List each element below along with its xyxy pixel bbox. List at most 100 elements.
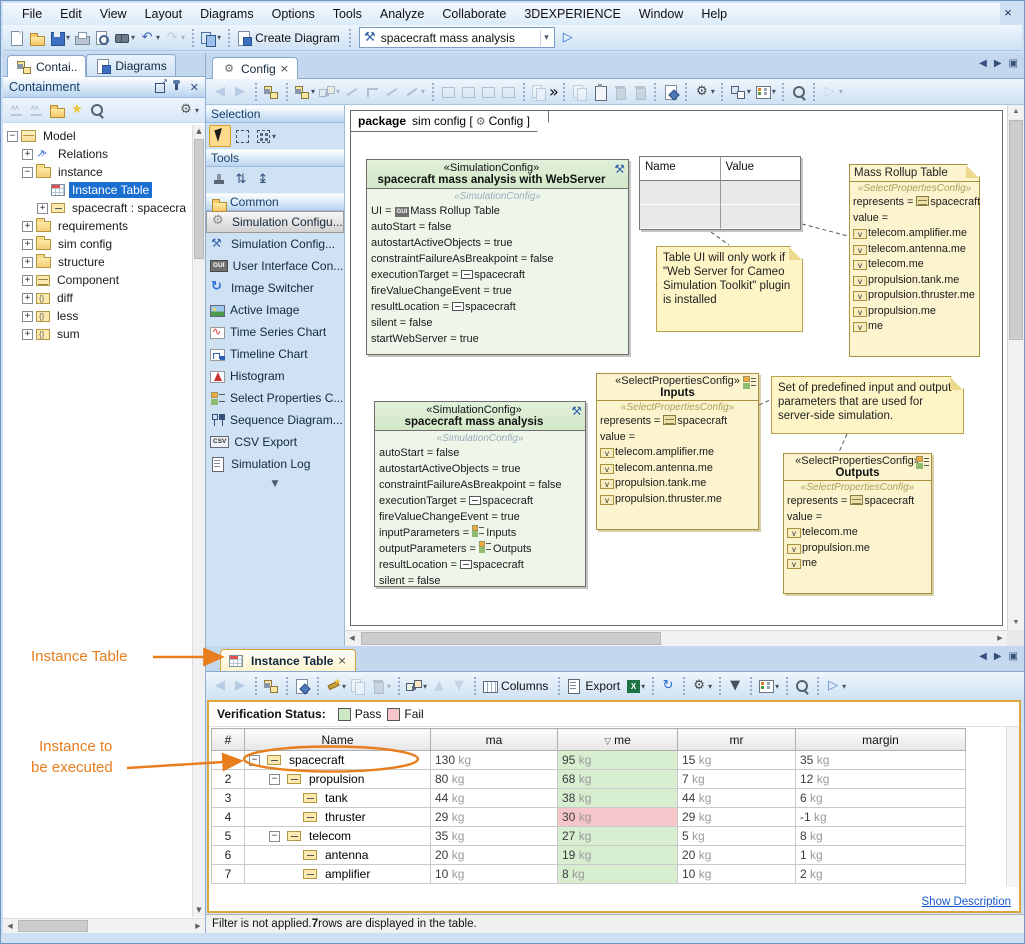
tree-item-sum[interactable]: +sum <box>3 325 192 343</box>
column-header-me[interactable]: ▽me <box>558 729 678 751</box>
dropdown-icon[interactable]: ▾ <box>66 33 70 42</box>
columns-button[interactable]: Columns <box>480 675 553 697</box>
dropdown-icon[interactable]: ▾ <box>195 106 199 115</box>
specification-button[interactable] <box>661 81 681 103</box>
close-panel-icon[interactable]: ✕ <box>190 81 199 94</box>
scrollbar-thumb[interactable] <box>194 139 204 259</box>
show-description-link[interactable]: Show Description <box>922 896 1011 908</box>
paste-button[interactable] <box>590 81 610 103</box>
palette-item-simulation-log[interactable]: Simulation Log <box>206 453 344 475</box>
palette-item-select-properties-c-[interactable]: Select Properties C... <box>206 387 344 409</box>
filter-button[interactable]: ▼ <box>725 675 745 697</box>
containment-horizontal-scrollbar[interactable]: ◀ ▶ <box>3 918 205 933</box>
dropdown-icon[interactable]: ▾ <box>272 132 276 141</box>
print-button[interactable] <box>72 27 92 49</box>
menu-layout[interactable]: Layout <box>136 5 192 23</box>
palette-item-csv-export[interactable]: CSVCSV Export <box>206 431 344 453</box>
open-in-new-tree-button[interactable] <box>47 99 67 121</box>
redo-button[interactable]: ↷▾ <box>162 27 187 49</box>
tree-item-model[interactable]: −Model <box>3 127 192 145</box>
scrollbar-thumb[interactable] <box>18 920 88 932</box>
collapse-selected-button[interactable] <box>27 99 47 121</box>
refresh-button[interactable]: ↻ <box>658 675 678 697</box>
float-window-icon[interactable] <box>152 79 168 95</box>
menu-3dexperience[interactable]: 3DEXPERIENCE <box>515 5 630 23</box>
outputs-box[interactable]: «SelectPropertiesConfig»Outputs«SelectPr… <box>783 453 932 594</box>
column-header-ma[interactable]: ma <box>431 729 558 751</box>
scroll-up-icon[interactable]: ▲ <box>1008 105 1024 119</box>
dropdown-icon[interactable]: ▾ <box>336 87 340 96</box>
run-configuration-button[interactable]: ▷ <box>558 27 578 49</box>
tab-instance-table[interactable]: Instance Table × <box>220 649 356 671</box>
expand-icon[interactable]: + <box>22 149 33 160</box>
menu-collaborate[interactable]: Collaborate <box>433 5 515 23</box>
maximize-panel-icon[interactable]: ▣ <box>1009 58 1018 69</box>
dropdown-icon[interactable]: ▾ <box>747 87 751 96</box>
select-cursor-button[interactable] <box>209 125 231 147</box>
dropdown-icon[interactable]: ▾ <box>842 682 846 691</box>
copy-button[interactable] <box>570 81 590 103</box>
create-element-button[interactable]: ▾ <box>323 675 348 697</box>
export-button[interactable]: Export <box>564 675 625 697</box>
add-existing-button[interactable]: ▾ <box>404 675 429 697</box>
palette-item-time-series-chart[interactable]: Time Series Chart <box>206 321 344 343</box>
undo-button[interactable]: ↶▾ <box>137 27 162 49</box>
expand-icon[interactable]: + <box>22 239 33 250</box>
column-header-mr[interactable]: mr <box>678 729 796 751</box>
close-tab-icon[interactable]: × <box>280 62 289 75</box>
tree-item-spacecraft-spacecra[interactable]: +spacecraft : spacecra <box>3 199 192 217</box>
menu-analyze[interactable]: Analyze <box>371 5 433 23</box>
tree-item-less[interactable]: +less <box>3 307 192 325</box>
rectilinear-style-button[interactable] <box>362 81 382 103</box>
collapse-all-button[interactable] <box>7 99 27 121</box>
print-preview-button[interactable] <box>92 27 112 49</box>
table-row-amplifier[interactable]: 7amplifier10 kg8 kg10 kg2 kg <box>212 865 966 884</box>
close-tab-icon[interactable]: × <box>337 654 346 667</box>
scroll-down-icon[interactable]: ▼ <box>1008 616 1024 630</box>
inputs-box[interactable]: «SelectPropertiesConfig»Inputs«SelectPro… <box>596 373 759 530</box>
layout-button[interactable]: ▾ <box>728 81 753 103</box>
previous-tab-icon[interactable]: ◀ <box>979 651 987 662</box>
palette-item-histogram[interactable]: Histogram <box>206 365 344 387</box>
scroll-up-icon[interactable]: ▲ <box>193 125 205 138</box>
forward-button[interactable]: ▶ <box>230 81 250 103</box>
palette-item-user-interface-con-[interactable]: GUIUser Interface Con... <box>206 255 344 277</box>
palette-item-simulation-config-[interactable]: Simulation Config... <box>206 233 344 255</box>
legend-button[interactable]: ▾ <box>753 81 778 103</box>
dropdown-icon[interactable]: ▾ <box>708 682 712 691</box>
vertical-split-button[interactable]: ⇅ <box>231 169 251 191</box>
add-related-elements-button[interactable]: ▾ <box>317 81 342 103</box>
expand-icon[interactable]: + <box>22 311 33 322</box>
toolbar-overflow[interactable]: » <box>549 82 559 101</box>
palette-item-image-switcher[interactable]: Image Switcher <box>206 277 344 299</box>
dropdown-icon[interactable]: ▾ <box>156 33 160 42</box>
tree-item-instance[interactable]: −instance <box>3 163 192 181</box>
menu-tools[interactable]: Tools <box>324 5 371 23</box>
tree-item-requirements[interactable]: +requirements <box>3 217 192 235</box>
menu-help[interactable]: Help <box>692 5 736 23</box>
pin-icon[interactable] <box>168 79 184 95</box>
next-tab-icon[interactable]: ▶ <box>994 651 1002 662</box>
table-row-antenna[interactable]: 6antenna20 kg19 kg20 kg1 kg <box>212 846 966 865</box>
create-diagram-button[interactable]: Create Diagram <box>234 27 345 49</box>
project-usage-button[interactable]: ▾ <box>198 27 223 49</box>
scroll-left-icon[interactable]: ◀ <box>345 631 359 646</box>
dropdown-icon[interactable]: ▾ <box>839 87 843 96</box>
run-button[interactable]: ▷▾ <box>823 675 848 697</box>
collapse-icon[interactable]: − <box>249 755 260 766</box>
vertical-collapse-button[interactable]: ↨ <box>253 169 273 191</box>
mass-rollup-table-box[interactable]: Mass Rollup Table«SelectPropertiesConfig… <box>849 164 980 357</box>
image-shape-button[interactable] <box>478 81 498 103</box>
tree-item-sim-config[interactable]: +sim config <box>3 235 192 253</box>
show-in-containment-tree-button[interactable] <box>261 81 281 103</box>
expand-icon[interactable]: + <box>22 221 33 232</box>
expand-icon[interactable]: + <box>22 293 33 304</box>
back-button[interactable]: ◀ <box>210 81 230 103</box>
dropdown-icon[interactable]: ▾ <box>387 682 391 691</box>
dropdown-icon[interactable]: ▾ <box>711 87 715 96</box>
delete-button[interactable]: ▾ <box>368 675 393 697</box>
dropdown-icon[interactable]: ▾ <box>311 87 315 96</box>
expand-icon[interactable]: + <box>22 329 33 340</box>
diagram-canvas[interactable]: package sim config [ ⚙ Config ] «Simulat… <box>345 105 1007 630</box>
marquee-select-button[interactable] <box>233 125 252 147</box>
